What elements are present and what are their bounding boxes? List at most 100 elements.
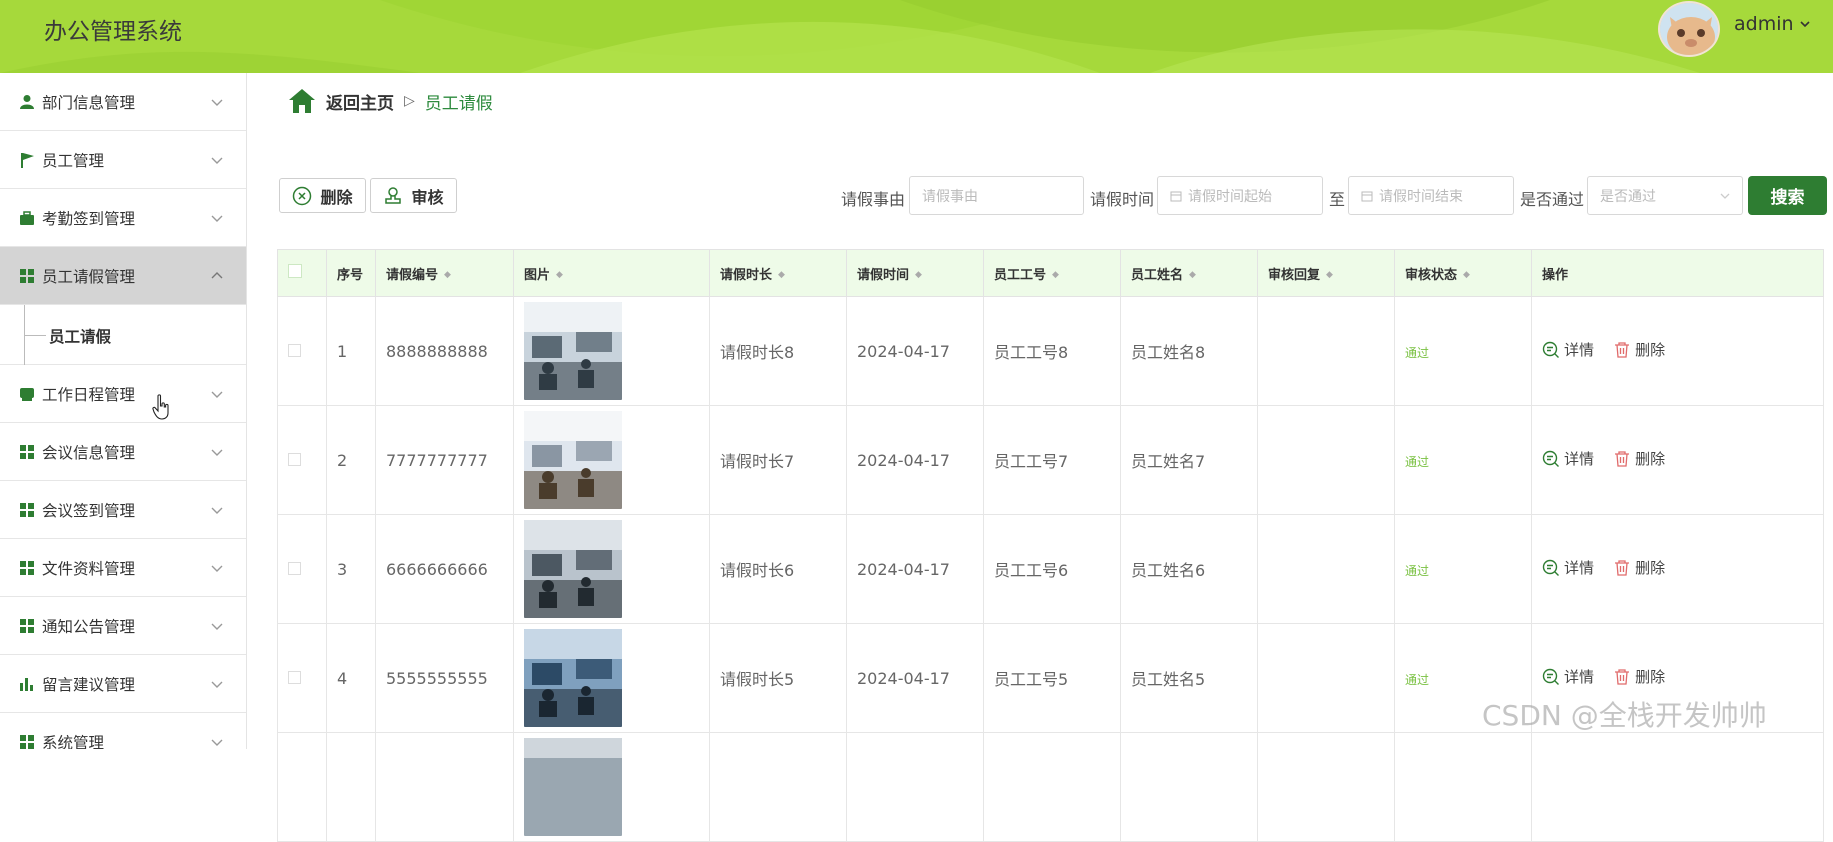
chevron-down-icon [211,623,223,630]
detail-button[interactable]: 详情 [1542,448,1594,469]
column-header: 操作 [1531,249,1824,297]
trash-icon [1615,669,1630,685]
user-avatar[interactable] [1658,1,1720,57]
cell-image [513,623,710,733]
column-header: 序号 [326,249,376,297]
username-label: admin [1734,13,1794,35]
time-start-input[interactable]: 请假时间起始 [1157,176,1323,215]
row-checkbox[interactable] [288,343,301,357]
cell-status: 通过 [1394,405,1532,515]
chevron-down-icon [211,565,223,572]
breadcrumb-home-link[interactable]: 返回主页 [326,89,394,114]
grid-icon [18,617,36,635]
sort-icon: ◆ [1463,270,1470,280]
sort-icon: ◆ [444,270,451,280]
column-header[interactable]: 请假编号 ◆ [375,249,514,297]
row-delete-button[interactable]: 删除 [1613,448,1665,469]
cell-employee-no: 员工工号5 [983,623,1121,733]
detail-button[interactable]: 详情 [1542,557,1594,578]
row-checkbox-cell[interactable] [277,514,327,624]
sidebar-item-label: 员工请假管理 [42,267,136,286]
delete-label: 删除 [1635,559,1666,578]
office-photo-thumbnail[interactable] [524,302,622,400]
sidebar-item-attendance[interactable]: 考勤签到管理 [0,189,246,247]
column-header[interactable]: 审核回复 ◆ [1257,249,1395,297]
time-filter-label: 请假时间 [1090,190,1155,209]
submenu-item-employee-leave[interactable]: 员工请假 [49,325,111,347]
row-checkbox[interactable] [288,561,301,575]
sidebar-item-meeting-signin[interactable]: 会议签到管理 [0,481,246,539]
column-header[interactable]: 请假时长 ◆ [709,249,847,297]
row-checkbox-cell[interactable] [277,296,327,406]
trash-icon [1615,560,1630,576]
column-header[interactable]: 员工工号 ◆ [983,249,1121,297]
breadcrumb: 返回主页 ▷ 员工请假 [288,88,493,114]
select-all-checkbox-cell[interactable] [277,249,327,297]
cell-audit-reply [1257,405,1395,515]
detail-button[interactable]: 详情 [1542,666,1594,687]
row-delete-button[interactable]: 删除 [1613,557,1665,578]
office-photo-thumbnail[interactable] [524,411,622,509]
to-label: 至 [1329,190,1346,209]
row-checkbox-cell[interactable] [277,405,327,515]
sidebar-item-files[interactable]: 文件资料管理 [0,539,246,597]
row-checkbox[interactable] [288,670,301,684]
home-icon[interactable] [288,88,316,114]
passed-select-placeholder: 是否通过 [1600,188,1656,205]
sidebar-item-label: 会议签到管理 [42,501,136,520]
office-photo-thumbnail[interactable] [524,738,622,836]
table-row[interactable]: 3 6666666666 请假时长6 2024-04-17 员工工号6 员工姓名… [277,514,1824,624]
delete-button[interactable]: 删除 [279,178,366,213]
column-header[interactable]: 图片 ◆ [513,249,710,297]
table-row[interactable]: 2 7777777777 请假时长7 2024-04-17 员工工号7 员工姓名… [277,405,1824,515]
column-header[interactable]: 审核状态 ◆ [1394,249,1532,297]
sidebar-item-schedule[interactable]: 工作日程管理 [0,365,246,423]
row-checkbox-cell[interactable] [277,623,327,733]
select-all-checkbox[interactable] [288,264,302,278]
sidebar-item-notices[interactable]: 通知公告管理 [0,597,246,655]
cell-actions: 详情 删除 [1531,514,1824,624]
cell-code: 6666666666 [375,514,514,624]
breadcrumb-current: 员工请假 [424,93,493,114]
grid-icon [18,443,36,461]
sidebar-item-system[interactable]: 系统管理 [0,713,246,749]
reason-filter-label: 请假事由 [841,190,906,209]
office-photo-thumbnail[interactable] [524,520,622,618]
time-end-placeholder: 请假时间结束 [1379,188,1463,205]
time-end-input[interactable]: 请假时间结束 [1348,176,1514,215]
audit-button[interactable]: 审核 [370,178,457,213]
passed-select[interactable]: 是否通过 [1587,176,1743,215]
sort-icon: ◆ [556,270,563,280]
cell-duration: 请假时长8 [709,296,847,406]
user-menu[interactable]: admin [1734,13,1810,35]
detail-label: 详情 [1564,341,1595,360]
sidebar-item-department[interactable]: 部门信息管理 [0,73,246,131]
reason-input[interactable]: 请假事由 [909,176,1084,215]
column-header[interactable]: 请假时间 ◆ [846,249,984,297]
table-row[interactable]: 1 8888888888 请假时长8 2024-04-17 员工工号8 员工姓名… [277,296,1824,406]
sidebar-item-meeting-info[interactable]: 会议信息管理 [0,423,246,481]
sidebar-item-leave[interactable]: 员工请假管理 [0,247,246,305]
office-photo-thumbnail[interactable] [524,629,622,727]
sidebar-item-feedback[interactable]: 留言建议管理 [0,655,246,713]
header-background-decoration [0,0,1700,73]
detail-search-icon [1542,341,1559,358]
cell-date: 2024-04-17 [846,514,984,624]
detail-label: 详情 [1564,668,1595,687]
row-delete-button[interactable]: 删除 [1613,339,1665,360]
row-delete-button[interactable]: 删除 [1613,666,1665,687]
top-header: 办公管理系统 admin [0,0,1833,73]
detail-button[interactable]: 详情 [1542,339,1594,360]
cell-duration: 请假时长5 [709,623,847,733]
sidebar-item-employee[interactable]: 员工管理 [0,131,246,189]
tree-line [24,335,46,336]
cell-image [513,296,710,406]
column-header[interactable]: 员工姓名 ◆ [1120,249,1258,297]
audit-button-label: 审核 [411,187,444,207]
row-checkbox[interactable] [288,452,301,466]
calendar-icon [1170,191,1182,201]
calendar-icon [1361,191,1373,201]
sidebar-item-label: 部门信息管理 [42,93,136,112]
search-button[interactable]: 搜索 [1748,176,1827,215]
sidebar-item-label: 通知公告管理 [42,617,136,636]
